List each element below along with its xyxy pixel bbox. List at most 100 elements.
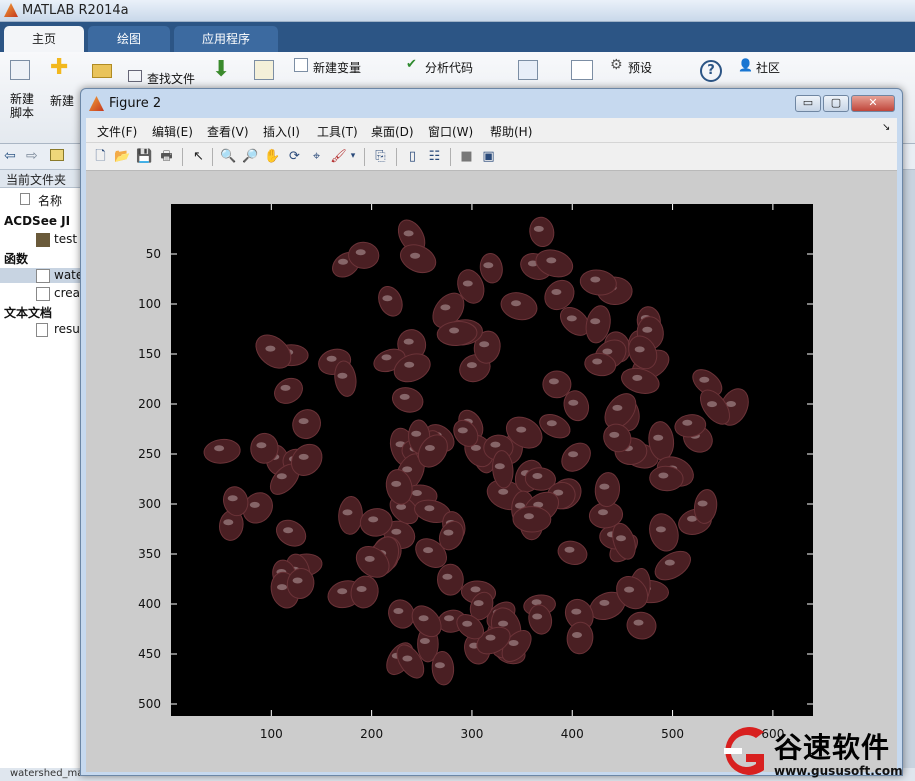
figure-menubar: 文件(F) 编辑(E) 查看(V) 插入(I) 工具(T) 桌面(D) 窗口(W… <box>86 118 897 143</box>
bean-highlight <box>402 655 413 662</box>
bean-highlight <box>424 505 435 512</box>
link-plot-icon[interactable]: ⎘ <box>372 148 389 165</box>
bean-highlight <box>551 289 562 295</box>
bean-highlight <box>449 327 460 334</box>
bean-highlight <box>423 547 434 554</box>
menu-tools[interactable]: 工具(T) <box>317 123 358 140</box>
bean-highlight <box>479 341 490 348</box>
dock-arrow-icon[interactable]: ↘ <box>882 122 890 133</box>
print-icon[interactable]: 🖶 <box>158 148 175 165</box>
bean <box>436 563 464 596</box>
new-script-button[interactable]: 新建 脚本 <box>10 92 40 120</box>
menu-insert[interactable]: 插入(I) <box>263 123 300 140</box>
menu-desktop[interactable]: 桌面(D) <box>371 123 414 140</box>
new-variable-button[interactable]: 新建变量 <box>313 59 361 76</box>
bean-highlight <box>483 262 494 269</box>
hide-plot-tools-icon[interactable]: ■ <box>458 148 475 165</box>
pan-hand-icon[interactable]: ✋ <box>264 148 281 165</box>
bean-highlight <box>298 418 309 425</box>
bean-highlight <box>391 480 402 487</box>
forward-arrow-icon[interactable]: ⇨ <box>26 148 38 164</box>
file-item-selected[interactable]: wate <box>0 268 90 283</box>
bean-highlight <box>523 513 534 520</box>
bean-highlight <box>697 500 708 507</box>
bean-highlight <box>249 501 260 508</box>
layout-icon[interactable] <box>571 60 593 80</box>
tab-home[interactable]: 主页 <box>4 26 84 52</box>
group-acdsee[interactable]: ACDSee JI <box>4 214 70 228</box>
maximize-button[interactable]: ▢ <box>823 95 849 112</box>
zoom-in-icon[interactable]: 🔍 <box>220 148 237 165</box>
y-tick-label: 250 <box>138 447 161 461</box>
minimize-button[interactable]: ▭ <box>795 95 821 112</box>
menu-edit[interactable]: 编辑(E) <box>152 123 193 140</box>
bean-highlight <box>391 528 402 535</box>
bean-highlight <box>342 509 353 516</box>
new-script-icon[interactable] <box>10 60 30 80</box>
text-file-icon <box>36 322 48 337</box>
select-pointer-icon[interactable]: ↖ <box>190 148 207 165</box>
bean-highlight <box>227 495 238 502</box>
show-plot-tools-icon[interactable]: ▣ <box>480 148 497 165</box>
file-item[interactable]: test <box>36 232 77 247</box>
menu-window[interactable]: 窗口(W) <box>428 123 473 140</box>
open-folder-icon[interactable] <box>92 64 112 78</box>
bean-highlight <box>546 257 557 264</box>
figure-title-bar[interactable]: Figure 2 ▭ ▢ ✕ <box>87 93 895 115</box>
save-icon[interactable]: 💾 <box>136 148 153 165</box>
help-icon[interactable]: ? <box>700 60 722 82</box>
find-files-icon <box>128 70 142 82</box>
bean-highlight <box>419 638 430 644</box>
bean-highlight <box>494 463 505 470</box>
open-file-icon[interactable]: 📂 <box>114 148 131 165</box>
tab-plots[interactable]: 绘图 <box>88 26 170 52</box>
bean-highlight <box>571 608 582 615</box>
menu-file[interactable]: 文件(F) <box>97 123 137 140</box>
y-tick-label: 300 <box>138 497 161 511</box>
rotate-3d-icon[interactable]: ⟳ <box>286 148 303 165</box>
watermark-url: www.gususoft.com <box>774 764 903 778</box>
new-button[interactable]: 新建 <box>50 92 74 109</box>
colorbar-icon[interactable]: ▯ <box>404 148 421 165</box>
find-files-button[interactable]: 查找文件 <box>147 70 195 87</box>
bean-highlight <box>568 399 579 406</box>
toolbar-separator <box>212 148 213 166</box>
chevron-down-icon[interactable]: ▾ <box>348 148 358 165</box>
bean-highlight <box>533 225 544 232</box>
up-folder-icon[interactable] <box>50 149 64 161</box>
bean-highlight <box>444 615 454 622</box>
tab-apps[interactable]: 应用程序 <box>174 26 278 52</box>
file-item[interactable]: resu <box>36 322 80 337</box>
image-axes[interactable]: 100 200 300 400 500 6005010015020025030035040… <box>86 171 897 772</box>
bean-highlight <box>364 555 375 562</box>
gususoft-logo-icon <box>724 727 764 775</box>
preferences-button[interactable]: 预设 <box>628 59 652 76</box>
simulink-icon[interactable] <box>518 60 538 80</box>
import-data-icon[interactable]: ⬇ <box>212 59 232 81</box>
bean-highlight <box>466 362 477 369</box>
zoom-out-icon[interactable]: 🔎 <box>242 148 259 165</box>
bean-highlight <box>531 599 542 606</box>
brush-icon[interactable]: 🖌 <box>330 148 347 165</box>
menu-help[interactable]: 帮助(H) <box>490 123 532 140</box>
data-cursor-icon[interactable]: ⌖ <box>308 148 325 165</box>
new-plus-icon[interactable]: ✚ <box>50 57 70 79</box>
bean-highlight <box>590 318 601 325</box>
bean-highlight <box>411 430 422 437</box>
new-figure-icon[interactable]: 🗋 <box>92 148 109 165</box>
save-workspace-icon[interactable] <box>254 60 274 80</box>
close-button[interactable]: ✕ <box>851 95 895 112</box>
community-button[interactable]: 社区 <box>756 59 780 76</box>
group-functions[interactable]: 函数 <box>4 250 28 267</box>
group-text-docs[interactable]: 文本文档 <box>4 304 52 321</box>
file-item[interactable]: crea <box>36 286 80 301</box>
legend-icon[interactable]: ☷ <box>426 148 443 165</box>
bean-highlight <box>658 472 669 479</box>
bean-highlight <box>381 354 392 361</box>
back-arrow-icon[interactable]: ⇦ <box>4 148 16 164</box>
name-column-header[interactable]: 名称 <box>20 192 62 209</box>
y-tick-label: 200 <box>138 397 161 411</box>
menu-view[interactable]: 查看(V) <box>207 123 249 140</box>
bean-highlight <box>511 300 521 307</box>
analyze-code-button[interactable]: 分析代码 <box>425 59 473 76</box>
